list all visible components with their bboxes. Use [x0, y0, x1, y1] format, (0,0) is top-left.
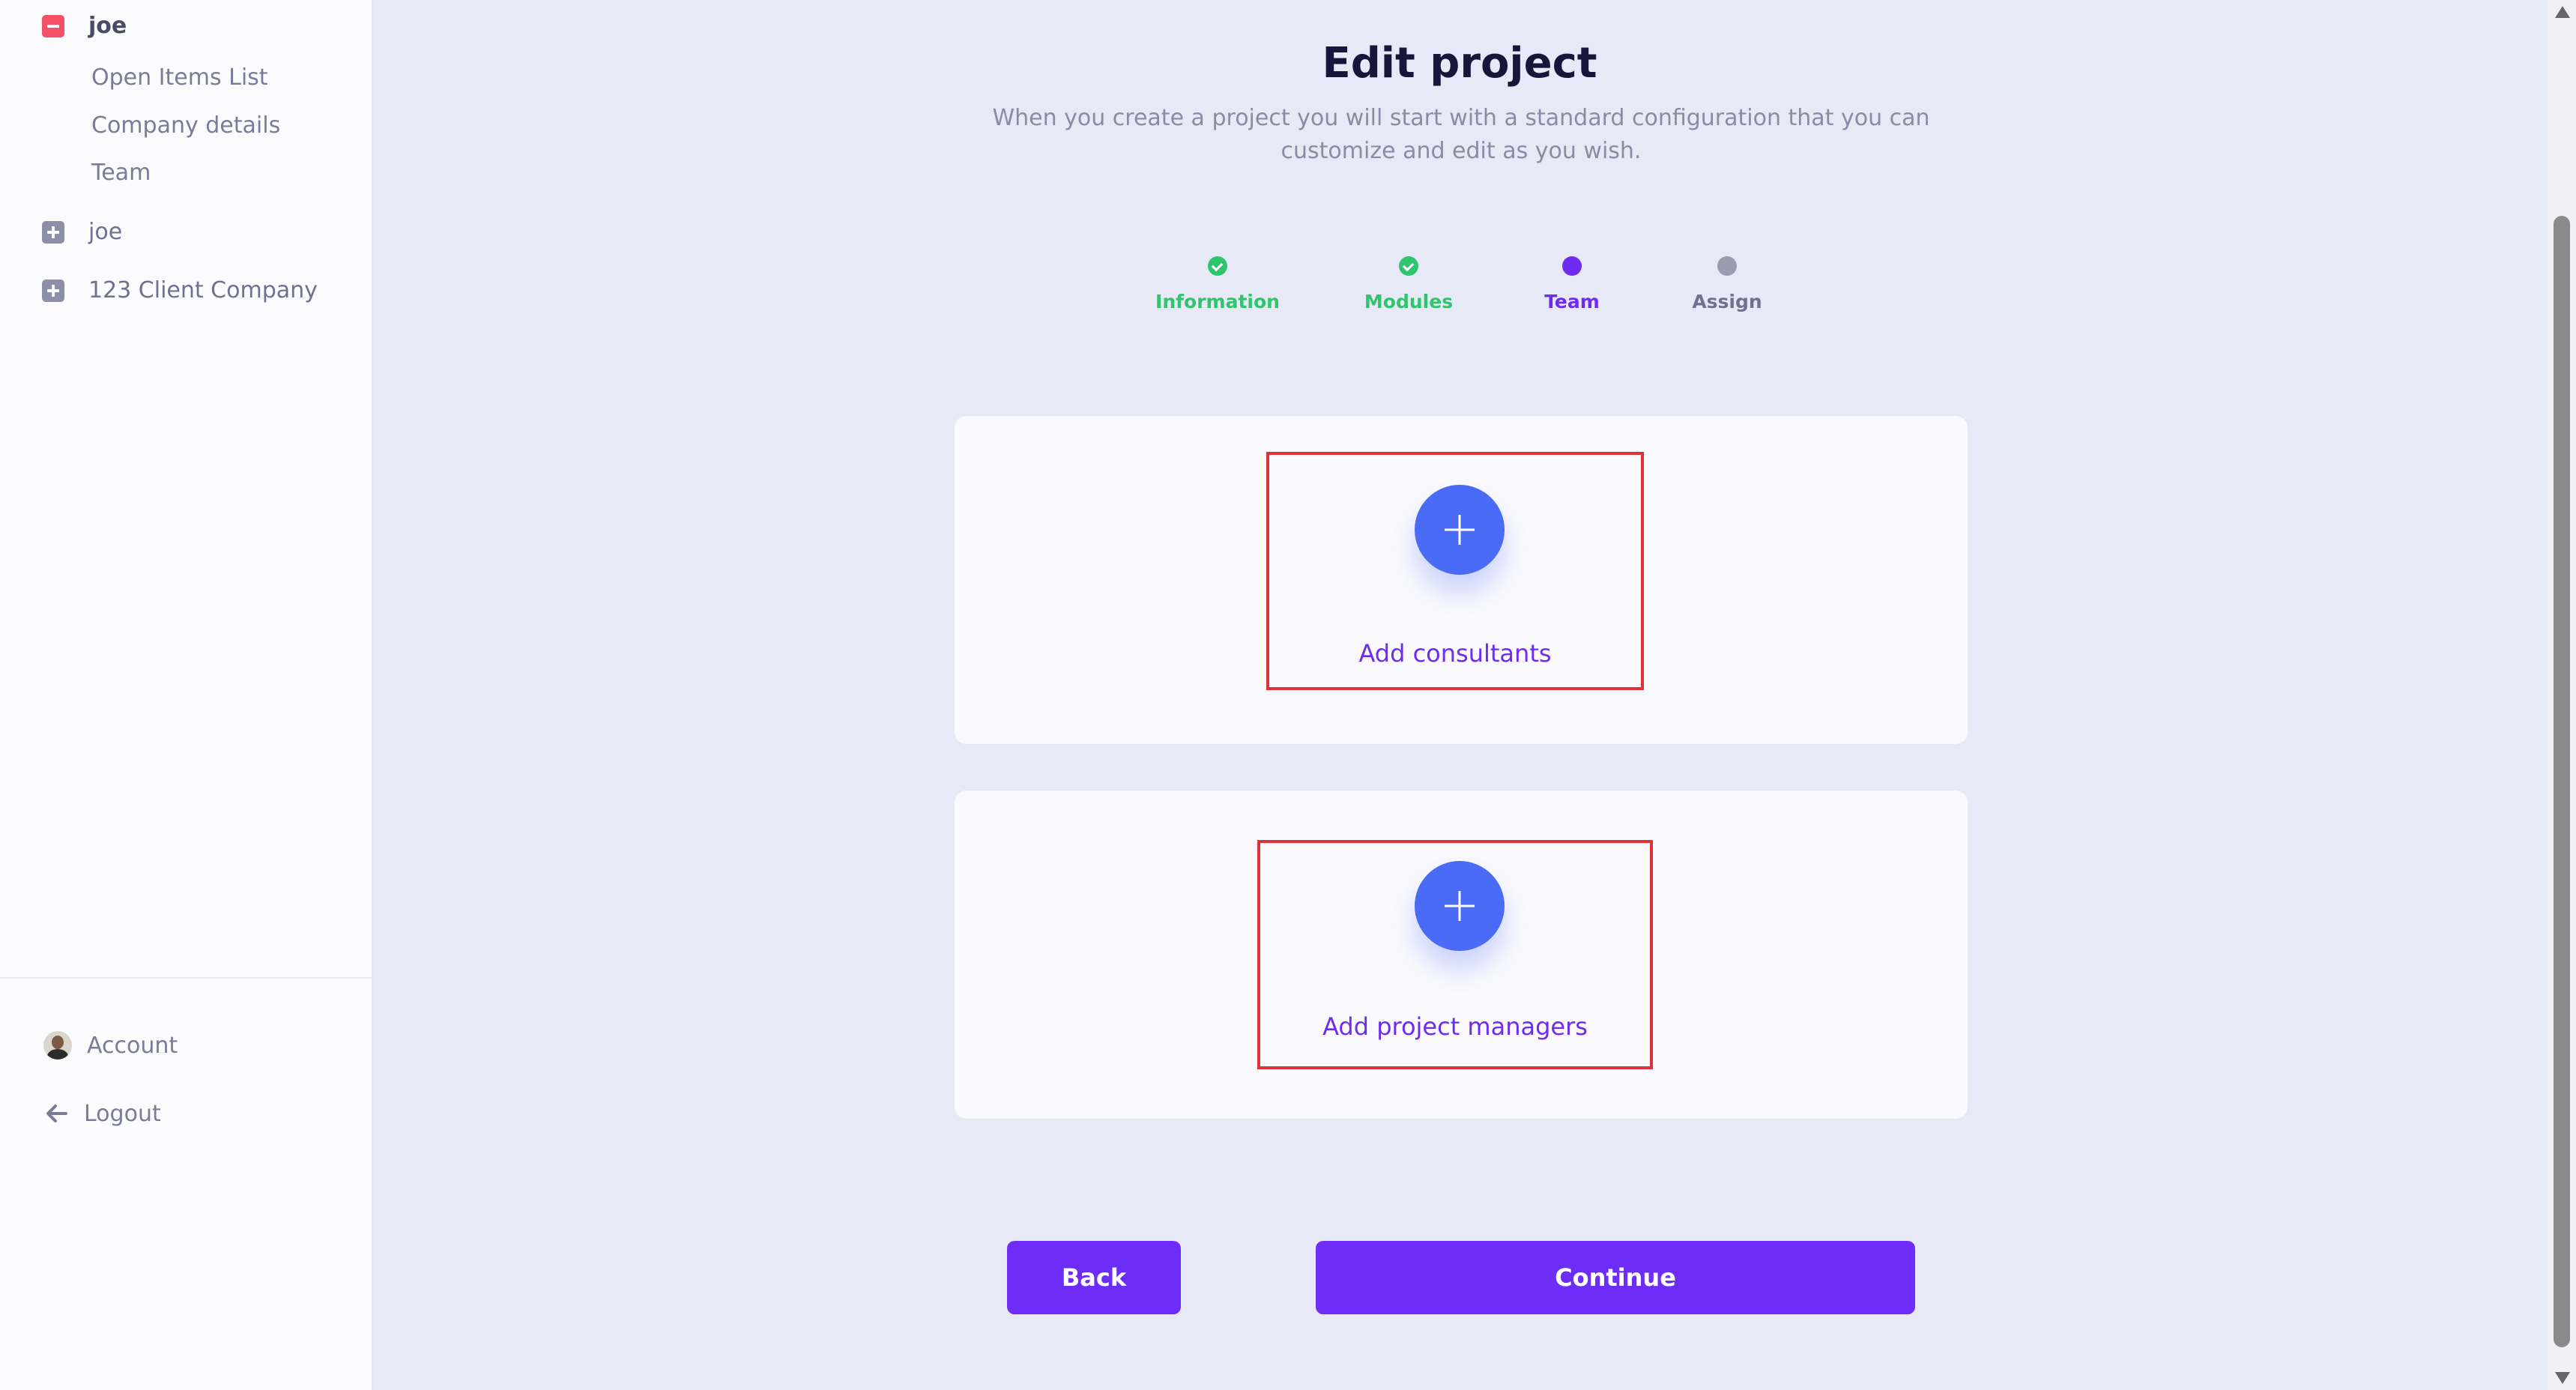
account-link[interactable]: Account [43, 1031, 178, 1060]
sidebar-divider [0, 977, 372, 979]
step-assign[interactable]: Assign [1637, 256, 1817, 312]
tree-item-label: joe [88, 219, 123, 245]
step-label: Information [1155, 291, 1280, 312]
step-label: Assign [1692, 291, 1762, 312]
scrollbar-thumb[interactable] [2554, 216, 2570, 1347]
step-label: Team [1544, 291, 1600, 312]
check-icon [1399, 256, 1418, 276]
step-team[interactable]: Team [1482, 256, 1662, 312]
scroll-down-arrow-icon[interactable] [2555, 1372, 2570, 1384]
add-project-managers-label: Add project managers [1322, 1012, 1588, 1041]
add-project-managers-button[interactable]: Add project managers [1257, 840, 1653, 1069]
add-consultants-label: Add consultants [1358, 639, 1552, 668]
current-step-dot-icon [1562, 256, 1582, 276]
sidebar-item-team[interactable]: Team [91, 160, 151, 186]
sidebar-item-open-items-list[interactable]: Open Items List [91, 64, 268, 91]
sidebar-item-company-details[interactable]: Company details [91, 112, 280, 139]
plus-square-icon[interactable] [42, 279, 64, 302]
check-icon [1208, 256, 1227, 276]
logout-link[interactable]: Logout [43, 1100, 161, 1127]
step-information[interactable]: Information [1128, 256, 1307, 312]
logout-label: Logout [84, 1100, 161, 1127]
scrollbar[interactable] [2548, 0, 2576, 1390]
page-title: Edit project [1322, 39, 1597, 88]
project-managers-card: Add project managers [955, 791, 1968, 1119]
continue-button[interactable]: Continue [1316, 1241, 1915, 1314]
tree-item-label: joe [88, 13, 127, 39]
pending-step-dot-icon [1717, 256, 1737, 276]
plus-square-icon[interactable] [42, 220, 64, 244]
page-subtitle: When you create a project you will start… [992, 105, 1930, 164]
step-label: Modules [1364, 291, 1454, 312]
plus-icon[interactable] [1415, 861, 1505, 951]
minus-square-icon[interactable] [42, 14, 64, 37]
step-modules[interactable]: Modules [1319, 256, 1499, 312]
tree-item-joe[interactable]: joe [42, 219, 122, 245]
account-label: Account [87, 1032, 178, 1059]
avatar [43, 1031, 72, 1060]
add-consultants-button[interactable]: Add consultants [1266, 452, 1644, 690]
plus-icon[interactable] [1415, 485, 1505, 575]
back-button[interactable]: Back [1007, 1241, 1181, 1314]
consultants-card: Add consultants [955, 416, 1968, 744]
scroll-up-arrow-icon[interactable] [2555, 6, 2570, 18]
sidebar: joe Open Items List Company details Team… [0, 0, 373, 1390]
tree-item-label: 123 Client Company [88, 277, 318, 303]
tree-item-123-client-company[interactable]: 123 Client Company [42, 277, 318, 303]
arrow-left-icon [46, 1105, 67, 1122]
tree-item-joe-expanded[interactable]: joe [42, 13, 127, 39]
